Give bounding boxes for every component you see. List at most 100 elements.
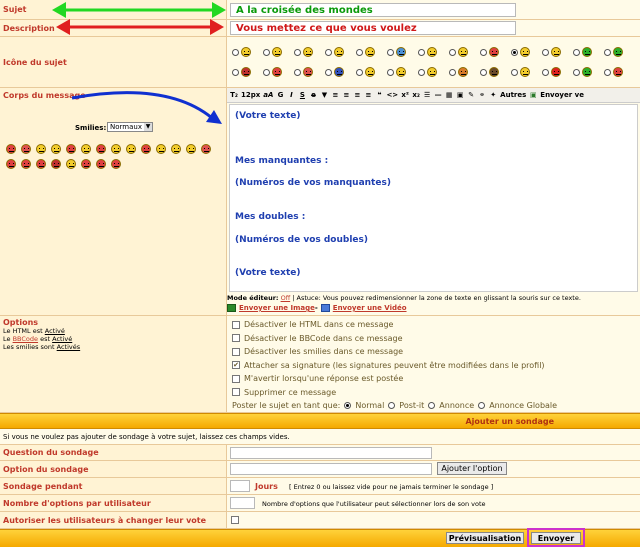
option-checkbox[interactable]	[232, 388, 240, 396]
poll-option-input[interactable]	[230, 463, 432, 475]
topic-icon-option[interactable]	[263, 67, 282, 77]
smiley-icon[interactable]	[201, 144, 211, 154]
align-left-icon[interactable]: ≡	[330, 90, 340, 101]
topic-icon-option[interactable]	[232, 67, 251, 77]
topic-icon-radio[interactable]	[418, 48, 425, 56]
topic-icon-radio[interactable]	[294, 48, 301, 56]
image-icon[interactable]: ▣	[455, 90, 465, 101]
topic-icon-option[interactable]	[449, 47, 468, 57]
smilies-select[interactable]: Normaux ▼	[107, 122, 153, 132]
smiley-icon[interactable]	[36, 159, 46, 169]
topic-icon-radio[interactable]	[356, 68, 363, 76]
smiley-icon[interactable]	[96, 144, 106, 154]
topic-icon-radio[interactable]	[542, 68, 549, 76]
topic-icon-radio[interactable]	[604, 68, 611, 76]
quote-icon[interactable]: ❝	[374, 90, 384, 101]
bold-icon[interactable]: G	[275, 90, 285, 101]
color-icon[interactable]: ▼	[319, 90, 329, 101]
add-option-button[interactable]: Ajouter l'option	[437, 462, 507, 475]
topic-icon-radio[interactable]	[480, 48, 487, 56]
smiley-icon[interactable]	[111, 144, 121, 154]
topic-icon-radio[interactable]	[449, 48, 456, 56]
option-checkbox[interactable]	[232, 320, 240, 329]
code-icon[interactable]: <>	[385, 90, 399, 101]
hr-icon[interactable]: —	[433, 90, 443, 101]
topic-icon-option[interactable]	[573, 67, 592, 77]
smiley-icon[interactable]	[36, 144, 46, 154]
font-type-icon[interactable]: T₂	[229, 90, 239, 101]
options-bbcode-link[interactable]: BBCode	[13, 335, 38, 343]
align-justify-icon[interactable]: ≡	[363, 90, 373, 101]
smiley-icon[interactable]	[171, 144, 181, 154]
font-face-icon[interactable]: aA	[262, 90, 274, 101]
topic-icon-radio[interactable]	[325, 68, 332, 76]
smiley-icon[interactable]	[66, 144, 76, 154]
topic-icon-option[interactable]	[325, 67, 344, 77]
topic-icon-radio[interactable]	[542, 48, 549, 56]
topic-icon-option[interactable]	[356, 67, 375, 77]
topic-icon-option[interactable]	[573, 47, 592, 57]
others-button[interactable]: Autres	[499, 90, 527, 101]
font-size-value[interactable]: 12px	[240, 90, 261, 101]
option-checkbox[interactable]: ✔	[232, 361, 240, 369]
upload-video-link[interactable]: Envoyer une Vidéo	[333, 304, 407, 312]
smiley-icon[interactable]	[96, 159, 106, 169]
topic-icon-option[interactable]	[387, 67, 406, 77]
preview-button[interactable]: Prévisualisation	[446, 532, 524, 544]
topic-icon-radio[interactable]	[263, 48, 270, 56]
topic-icon-option[interactable]	[294, 67, 313, 77]
smiley-icon[interactable]	[186, 144, 196, 154]
topic-icon-radio[interactable]	[232, 68, 239, 76]
topic-icon-radio[interactable]	[356, 48, 363, 56]
poll-allow-change-checkbox[interactable]	[231, 516, 239, 524]
poll-question-input[interactable]	[230, 447, 432, 459]
subscript-icon[interactable]: x₂	[411, 90, 421, 101]
topic-icon-option[interactable]	[418, 47, 437, 57]
topic-icon-option[interactable]	[263, 47, 282, 57]
link-icon[interactable]: ⚭	[477, 90, 487, 101]
topic-icon-option[interactable]	[542, 67, 561, 77]
topic-icon-option[interactable]	[449, 67, 468, 77]
smiley-icon[interactable]	[6, 159, 16, 169]
topic-icon-radio[interactable]	[511, 48, 518, 56]
smiley-icon[interactable]	[6, 144, 16, 154]
smiley-icon[interactable]	[81, 159, 91, 169]
smiley-icon[interactable]	[21, 159, 31, 169]
smiley-icon[interactable]	[81, 144, 91, 154]
send-to-icon[interactable]: ▣	[528, 90, 538, 101]
smiley-icon[interactable]	[126, 144, 136, 154]
topic-icon-radio[interactable]	[387, 68, 394, 76]
topic-icon-radio[interactable]	[263, 68, 270, 76]
poll-per-user-input[interactable]	[230, 497, 255, 509]
topic-icon-radio[interactable]	[325, 48, 332, 56]
option-checkbox[interactable]	[232, 374, 240, 383]
poll-duration-input[interactable]	[230, 480, 250, 492]
topic-icon-option[interactable]	[356, 47, 375, 57]
topic-icon-option[interactable]	[604, 67, 623, 77]
smiley-icon[interactable]	[66, 159, 76, 169]
topic-icon-option[interactable]	[232, 47, 251, 57]
strike-icon[interactable]: e	[308, 90, 318, 101]
option-checkbox[interactable]	[232, 334, 240, 342]
topic-icon-option[interactable]	[480, 47, 499, 57]
list-icon[interactable]: ☰	[422, 90, 432, 101]
superscript-icon[interactable]: x²	[400, 90, 410, 101]
topic-icon-radio[interactable]	[480, 68, 487, 76]
align-right-icon[interactable]: ≡	[352, 90, 362, 101]
topic-icon-option[interactable]	[387, 47, 406, 57]
topic-icon-radio[interactable]	[573, 68, 580, 76]
subject-input[interactable]: A la croisée des mondes	[230, 3, 516, 17]
smiley-icon[interactable]	[51, 144, 61, 154]
smiley-icon[interactable]	[141, 144, 151, 154]
smiley-icon[interactable]	[111, 159, 121, 169]
smiley-icon[interactable]	[156, 144, 166, 154]
send-to-button[interactable]: Envoyer ve	[539, 90, 585, 101]
post-as-global-radio[interactable]	[478, 402, 486, 409]
topic-icon-radio[interactable]	[511, 68, 518, 76]
topic-icon-radio[interactable]	[573, 48, 580, 56]
topic-icon-radio[interactable]	[387, 48, 394, 56]
editor-mode-toggle[interactable]: Off	[281, 294, 291, 302]
topic-icon-radio[interactable]	[294, 68, 301, 76]
upload-image-link[interactable]: Envoyer une Image	[239, 304, 315, 312]
option-checkbox[interactable]	[232, 347, 240, 356]
